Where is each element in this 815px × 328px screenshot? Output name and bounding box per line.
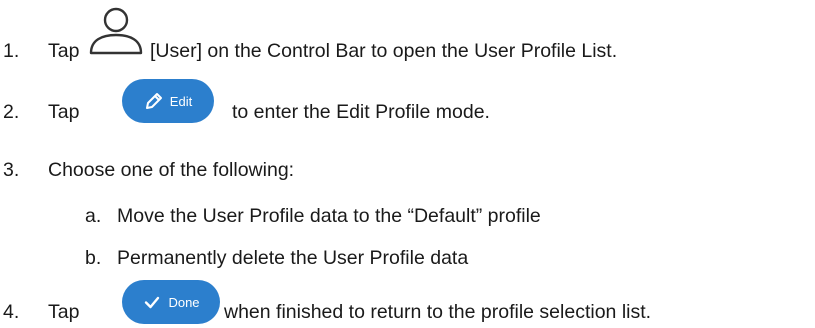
option-text: Permanently delete the User Profile data [117,247,469,269]
step-tap-word: Tap [48,301,80,323]
option-letter: a. [85,205,102,227]
pencil-icon [145,93,162,109]
edit-button[interactable]: Edit [122,79,214,123]
done-button[interactable]: Done [122,280,220,324]
step-text: Choose one of the following: [48,159,295,181]
step-tap-word: Tap [48,101,80,123]
edit-button-label: Edit [169,93,193,109]
step-number: 1. [3,40,20,62]
option-b: b. Permanently delete the User Profile d… [85,246,805,270]
option-letter: b. [85,247,102,269]
user-icon [89,7,143,55]
step-text: when finished to return to the profile s… [224,301,652,323]
option-a: a. Move the User Profile data to the “De… [85,204,805,228]
option-text: Move the User Profile data to the “Defau… [117,205,541,227]
step-text: to enter the Edit Profile mode. [232,101,490,123]
step-number: 3. [3,159,20,181]
checkmark-icon [145,296,160,309]
step-tap-word: Tap [48,40,80,62]
step-text: [User] on the Control Bar to open the Us… [150,40,618,62]
step-number: 4. [3,301,20,323]
done-button-label: Done [168,294,200,310]
step-3: 3. Choose one of the following: [0,158,815,182]
step-number: 2. [3,101,20,123]
